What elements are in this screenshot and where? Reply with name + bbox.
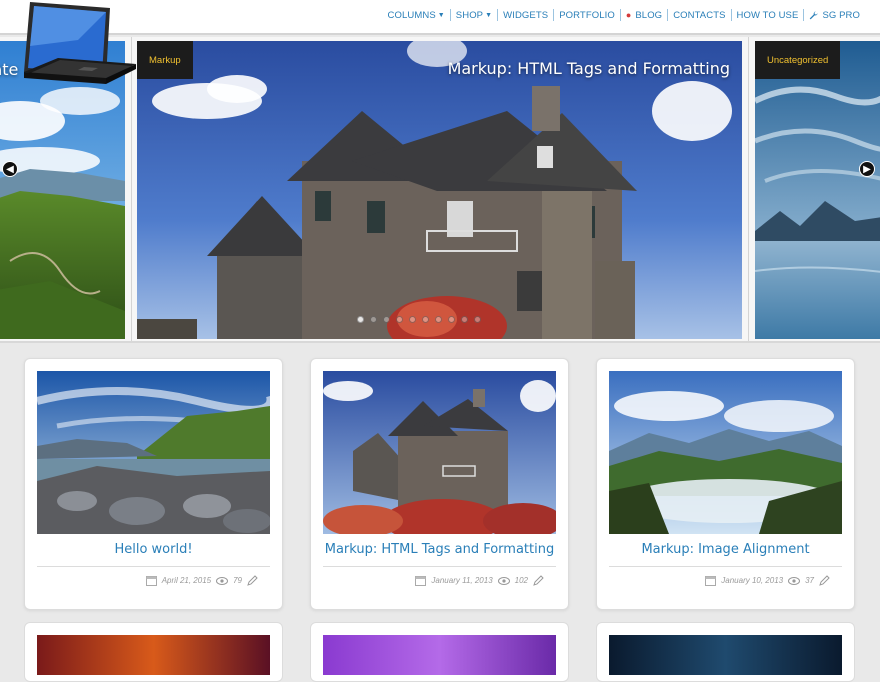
slider-dot[interactable]: [461, 316, 468, 323]
post-thumbnail[interactable]: [37, 371, 270, 534]
slider-next-arrow-icon[interactable]: ▶: [859, 161, 875, 177]
nav-label: SHOP: [455, 9, 484, 21]
post-title[interactable]: Markup: Image Alignment: [597, 542, 854, 557]
post-views: 102: [514, 576, 528, 585]
slide-divider: [748, 37, 749, 341]
nav-label: WIDGETS: [503, 9, 549, 21]
post-card: [596, 622, 855, 682]
post-thumbnail[interactable]: [609, 635, 842, 675]
nav-item-columns[interactable]: COLUMNS ▼: [383, 9, 450, 21]
slide-main-title[interactable]: Markup: HTML Tags and Formatting: [448, 59, 730, 78]
post-thumbnail[interactable]: [609, 371, 842, 534]
calendar-icon: [415, 576, 427, 586]
nav-label: SG PRO: [822, 9, 860, 21]
chevron-down-icon: ▼: [437, 11, 445, 19]
slider-dot[interactable]: [396, 316, 403, 323]
slider-dot[interactable]: [474, 316, 481, 323]
slider-pagination: [357, 316, 481, 323]
slider-dot[interactable]: [409, 316, 416, 323]
post-date: January 10, 2013: [721, 576, 784, 585]
nav-label: PORTFOLIO: [559, 9, 615, 21]
eye-icon: [788, 576, 801, 585]
divider: [609, 566, 842, 567]
post-card: [310, 622, 569, 682]
eye-icon: [497, 576, 510, 585]
post-thumbnail[interactable]: [37, 635, 270, 675]
chevron-down-icon: ▼: [485, 11, 493, 19]
category-tag-uncategorized[interactable]: Uncategorized: [755, 41, 841, 79]
divider: [37, 566, 270, 567]
pencil-icon[interactable]: [533, 575, 544, 586]
nav-item-how-to-use[interactable]: HOW TO USE: [730, 9, 804, 21]
slide-main-image[interactable]: Markup: HTML Tags and Formatting: [137, 41, 742, 339]
nav-item-shop[interactable]: SHOP ▼: [449, 9, 497, 21]
divider: [323, 566, 556, 567]
post-card: Markup: HTML Tags and Formatting January…: [310, 358, 569, 610]
post-date: April 21, 2015: [161, 576, 212, 585]
post-card: Hello world! April 21, 2015 79: [24, 358, 283, 610]
nav-label: BLOG: [635, 9, 663, 21]
nav-label: HOW TO USE: [736, 9, 799, 21]
slider-dot[interactable]: [422, 316, 429, 323]
nav-item-contacts[interactable]: CONTACTS: [667, 9, 730, 21]
post-thumbnail[interactable]: [323, 371, 556, 534]
slider-dot[interactable]: [383, 316, 390, 323]
post-card: Markup: Image Alignment January 10, 2013…: [596, 358, 855, 610]
post-views: 79: [233, 576, 242, 585]
calendar-icon: [145, 576, 157, 586]
laptop-logo[interactable]: [18, 0, 138, 110]
post-meta: April 21, 2015 79: [145, 575, 258, 586]
post-title[interactable]: Hello world!: [25, 542, 282, 557]
post-card: [24, 622, 283, 682]
post-title[interactable]: Markup: HTML Tags and Formatting: [311, 542, 568, 557]
main-nav: COLUMNS ▼ SHOP ▼ WIDGETS PORTFOLIO ● BLO…: [383, 9, 865, 21]
nav-label: COLUMNS: [387, 9, 436, 21]
slider-dot[interactable]: [370, 316, 377, 323]
slider-dot[interactable]: [357, 316, 364, 323]
calendar-icon: [705, 576, 717, 586]
slider-prev-arrow-icon[interactable]: ◀: [2, 161, 18, 177]
pencil-icon[interactable]: [247, 575, 258, 586]
nav-item-widgets[interactable]: WIDGETS: [497, 9, 553, 21]
slider-dot[interactable]: [435, 316, 442, 323]
slide-left-title: late: [0, 60, 19, 79]
post-views: 37: [805, 576, 814, 585]
post-date: January 11, 2013: [431, 576, 493, 585]
post-meta: January 10, 2013 37: [705, 575, 830, 586]
nav-item-blog[interactable]: ● BLOG: [619, 9, 667, 21]
post-thumbnail[interactable]: [323, 635, 556, 675]
nav-label: CONTACTS: [673, 9, 726, 21]
wrench-icon: [810, 10, 818, 19]
eye-icon: [216, 576, 229, 585]
nav-item-portfolio[interactable]: PORTFOLIO: [553, 9, 620, 21]
pencil-icon[interactable]: [819, 575, 830, 586]
category-tag-markup[interactable]: Markup: [137, 41, 193, 79]
post-meta: January 11, 2013 102: [415, 575, 544, 586]
active-dot-icon: ●: [625, 10, 632, 20]
slide-right-image[interactable]: [755, 41, 880, 339]
slider-dot[interactable]: [448, 316, 455, 323]
nav-item-sg-pro[interactable]: SG PRO: [803, 9, 865, 21]
